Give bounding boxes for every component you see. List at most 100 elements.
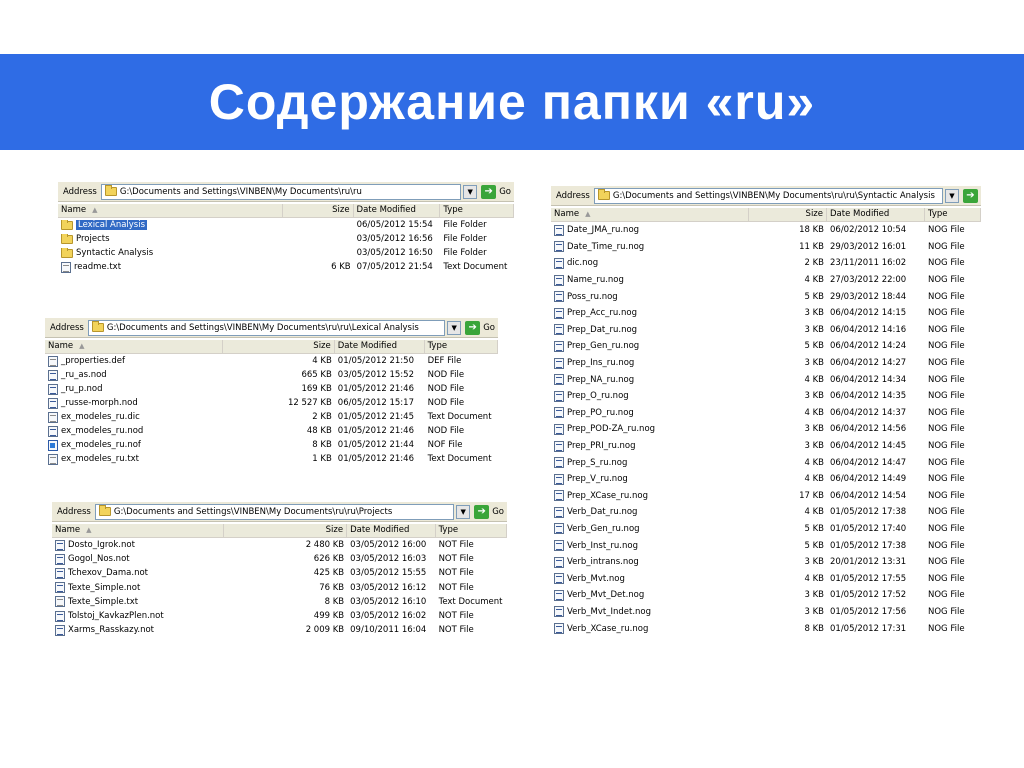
column-header-type[interactable]: Type	[436, 524, 508, 537]
file-row[interactable]: Date_JMA_ru.nog 18 KB 06/02/2012 10:54 NOG …	[551, 222, 981, 239]
address-input[interactable]: G:\Documents and Settings\VINBEN\My Docu…	[94, 503, 455, 520]
column-header-name[interactable]: Name ▲	[58, 204, 283, 217]
file-row[interactable]: ex_modeles_ru.dic 2 KB 01/05/2012 21:45 Tex…	[45, 410, 498, 424]
file-name-cell: Tchexov_Dama.not	[52, 567, 224, 579]
file-row[interactable]: _ru_p.nod 169 KB 01/05/2012 21:46 NOD File	[45, 382, 498, 396]
file-row[interactable]: Verb_Dat_ru.nog 4 KB 01/05/2012 17:38 NOG F…	[551, 504, 981, 521]
file-row[interactable]: Xarms_Rasskazy.not 2 009 KB 09/10/2011 16:…	[52, 623, 507, 637]
file-row[interactable]: Verb_Inst_ru.nog 5 KB 01/05/2012 17:38 NOG …	[551, 537, 981, 554]
column-header-size[interactable]: Size	[283, 204, 354, 217]
file-row[interactable]: ex_modeles_ru.txt 1 KB 01/05/2012 21:46 Tex…	[45, 452, 498, 466]
column-header-size[interactable]: Size	[749, 208, 827, 221]
column-header-label: Type	[928, 209, 948, 219]
file-row[interactable]: Syntactic Analysis 03/05/2012 16:50 File F…	[58, 246, 514, 260]
file-row[interactable]: Verb_Mvt_Det.nog 3 KB 01/05/2012 17:52 NOG …	[551, 587, 981, 604]
file-name-cell: _ru_as.nod	[45, 369, 223, 381]
address-path: G:\Documents and Settings\VINBEN\My Docu…	[113, 506, 393, 517]
column-header-date-modified[interactable]: Date Modified	[347, 524, 436, 537]
column-header-type[interactable]: Type	[925, 208, 981, 221]
column-header-size[interactable]: Size	[223, 340, 335, 353]
file-row[interactable]: Projects 03/05/2012 16:56 File Folder	[58, 232, 514, 246]
data-file-icon	[554, 241, 564, 253]
file-name: Prep_O_ru.nog	[567, 391, 629, 402]
file-type: NOG File	[928, 523, 965, 534]
address-input[interactable]: G:\Documents and Settings\VINBEN\My Docu…	[87, 319, 446, 336]
column-header-name[interactable]: Name ▲	[52, 524, 224, 537]
file-row[interactable]: Tchexov_Dama.not 425 KB 03/05/2012 15:55 NO…	[52, 566, 507, 580]
file-row[interactable]: _properties.def 4 KB 01/05/2012 21:50 DEF F…	[45, 354, 498, 368]
data-file-icon	[554, 423, 564, 435]
file-row[interactable]: Texte_Simple.not 76 KB 03/05/2012 16:12 NOT…	[52, 581, 507, 595]
column-header-name[interactable]: Name ▲	[551, 208, 749, 221]
file-row[interactable]: Verb_Mvt.nog 4 KB 01/05/2012 17:55 NOG File	[551, 570, 981, 587]
file-row[interactable]: _ru_as.nod 665 KB 03/05/2012 15:52 NOD File	[45, 368, 498, 382]
file-row[interactable]: Prep_PRI_ru.nog 3 KB 06/04/2012 14:45 NOG F…	[551, 438, 981, 455]
file-row[interactable]: Verb_XCase_ru.nog 8 KB 01/05/2012 17:31 NOG…	[551, 620, 981, 637]
file-row[interactable]: Prep_V_ru.nog 4 KB 06/04/2012 14:49 NOG Fil…	[551, 471, 981, 488]
file-row[interactable]: Lexical Analysis 06/05/2012 15:54 File Fol…	[58, 218, 514, 232]
file-name: ex_modeles_ru.dic	[61, 412, 140, 422]
file-row[interactable]: Prep_Dat_ru.nog 3 KB 06/04/2012 14:16 NOG F…	[551, 322, 981, 339]
file-row[interactable]: dic.nog 2 KB 23/11/2011 16:02 NOG File	[551, 255, 981, 272]
file-row[interactable]: Prep_Acc_ru.nog 3 KB 06/04/2012 14:15 NOG F…	[551, 305, 981, 322]
file-row[interactable]: Verb_intrans.nog 3 KB 20/01/2012 13:31 NOG …	[551, 554, 981, 571]
file-row[interactable]: ex_modeles_ru.nof 8 KB 01/05/2012 21:44 NOF…	[45, 438, 498, 452]
file-row[interactable]: Prep_Ins_ru.nog 3 KB 06/04/2012 14:27 NOG F…	[551, 355, 981, 372]
file-name-cell: Prep_Dat_ru.nog	[551, 324, 749, 336]
file-row[interactable]: Prep_XCase_ru.nog 17 KB 06/04/2012 14:54 NO…	[551, 488, 981, 505]
file-type: NOG File	[928, 457, 965, 468]
column-header-type[interactable]: Type	[440, 204, 515, 217]
sort-ascending-icon: ▲	[585, 210, 591, 218]
file-name: _ru_p.nod	[61, 384, 103, 394]
file-row[interactable]: Verb_Gen_ru.nog 5 KB 01/05/2012 17:40 NOG F…	[551, 521, 981, 538]
address-path: G:\Documents and Settings\VINBEN\My Docu…	[106, 322, 419, 333]
dropdown-arrow-icon[interactable]: ▼	[945, 188, 959, 203]
file-row[interactable]: Gogol_Nos.not 626 KB 03/05/2012 16:03 NOT F…	[52, 552, 507, 566]
file-row[interactable]: Prep_Gen_ru.nog 5 KB 06/04/2012 14:24 NOG F…	[551, 338, 981, 355]
file-name: Verb_Dat_ru.nog	[567, 507, 638, 518]
go-button[interactable]: ➔ Go	[465, 320, 495, 335]
file-row[interactable]: Prep_NA_ru.nog 4 KB 06/04/2012 14:34 NOG Fi…	[551, 371, 981, 388]
file-date-modified: 03/05/2012 16:03	[350, 554, 427, 565]
file-row[interactable]: ex_modeles_ru.nod 48 KB 01/05/2012 21:46 NO…	[45, 424, 498, 438]
file-row[interactable]: Prep_POD-ZA_ru.nog 3 KB 06/04/2012 14:56 NO…	[551, 421, 981, 438]
file-name: Prep_S_ru.nog	[567, 457, 628, 468]
file-row[interactable]: _russe-morph.nod 12 527 KB 06/05/2012 15:1…	[45, 396, 498, 410]
file-date-modified: 01/05/2012 21:50	[337, 356, 414, 366]
dropdown-arrow-icon[interactable]: ▼	[463, 184, 478, 199]
column-header-date-modified[interactable]: Date Modified	[335, 340, 425, 353]
file-row[interactable]: Prep_S_ru.nog 4 KB 06/04/2012 14:47 NOG Fil…	[551, 454, 981, 471]
file-size: 12 527 KB	[287, 398, 332, 408]
file-name: Tolstoj_KavkazPlen.not	[68, 611, 164, 622]
file-name: Texte_Simple.not	[68, 582, 141, 593]
column-header-type[interactable]: Type	[425, 340, 498, 353]
column-header-name[interactable]: Name ▲	[45, 340, 224, 353]
address-input[interactable]: G:\Documents and Settings\VINBEN\My Docu…	[100, 183, 462, 200]
file-row[interactable]: Date_Time_ru.nog 11 KB 29/03/2012 16:01 NOG…	[551, 239, 981, 256]
address-input[interactable]: G:\Documents and Settings\VINBEN\My Docu…	[593, 187, 943, 204]
column-header-label: Name	[554, 209, 580, 219]
file-row[interactable]: Name_ru.nog 4 KB 27/03/2012 22:00 NOG File	[551, 272, 981, 289]
column-header-size[interactable]: Size	[224, 524, 348, 537]
file-row[interactable]: Prep_PO_ru.nog 4 KB 06/04/2012 14:37 NOG Fi…	[551, 405, 981, 422]
go-button[interactable]: ➔ Go	[481, 184, 511, 199]
file-name-cell: Prep_Ins_ru.nog	[551, 357, 749, 369]
column-header-date-modified[interactable]: Date Modified	[827, 208, 925, 221]
go-button[interactable]: ➔ Go	[474, 504, 504, 519]
file-row[interactable]: Verb_Mvt_Indet.nog 3 KB 01/05/2012 17:56 NO…	[551, 604, 981, 621]
file-row[interactable]: readme.txt 6 KB 07/05/2012 21:54 Text Docum…	[58, 260, 514, 274]
dropdown-arrow-icon[interactable]: ▼	[456, 504, 471, 519]
file-row[interactable]: Prep_O_ru.nog 3 KB 06/04/2012 14:35 NOG Fil…	[551, 388, 981, 405]
go-button[interactable]: ➔	[963, 188, 978, 203]
dropdown-arrow-icon[interactable]: ▼	[447, 320, 462, 335]
file-date-modified: 06/05/2012 15:54	[356, 220, 433, 230]
file-row[interactable]: Tolstoj_KavkazPlen.not 499 KB 03/05/2012 1…	[52, 609, 507, 623]
column-header-label: Date Modified	[337, 341, 398, 351]
file-name: Prep_Ins_ru.nog	[567, 358, 635, 369]
file-date-modified: 03/05/2012 15:52	[337, 370, 414, 380]
file-row[interactable]: Poss_ru.nog 5 KB 29/03/2012 18:44 NOG File	[551, 288, 981, 305]
file-row[interactable]: Texte_Simple.txt 8 KB 03/05/2012 16:10 Text…	[52, 595, 507, 609]
column-header-date-modified[interactable]: Date Modified	[354, 204, 441, 217]
file-row[interactable]: Dosto_Igrok.not 2 480 KB 03/05/2012 16:00 N…	[52, 538, 507, 552]
data-file-icon	[48, 425, 58, 437]
